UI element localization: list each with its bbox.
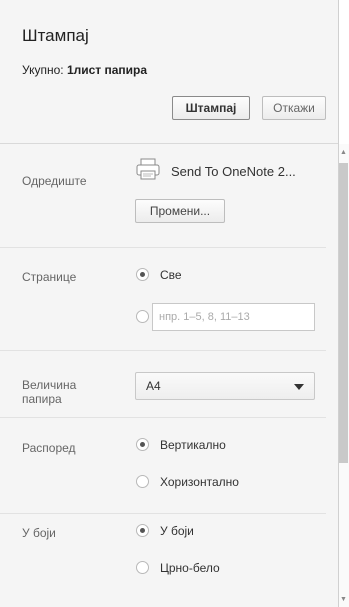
color-color-radio[interactable] bbox=[136, 524, 149, 537]
change-destination-button[interactable]: Промени... bbox=[135, 199, 225, 223]
paper-size-row: Величина папира A4 bbox=[0, 351, 326, 418]
paper-size-label: Величина папира bbox=[22, 378, 76, 406]
destination-label: Одредиште bbox=[22, 174, 87, 188]
color-color-label[interactable]: У боји bbox=[160, 524, 194, 538]
paper-size-select[interactable]: A4 bbox=[135, 372, 315, 400]
layout-landscape-label[interactable]: Хоризонтално bbox=[160, 475, 239, 489]
print-header: Штампај Укупно: 1лист папира Штампај Отк… bbox=[0, 0, 338, 144]
layout-row: Распоред Вертикално Хоризонтално bbox=[0, 418, 326, 514]
destination-row: Одредиште Send To OneNote 2... Промени..… bbox=[0, 144, 326, 248]
layout-portrait-radio[interactable] bbox=[136, 438, 149, 451]
printer-name: Send To OneNote 2... bbox=[171, 164, 296, 179]
pages-all-label[interactable]: Све bbox=[160, 268, 182, 282]
scroll-down-icon[interactable]: ▼ bbox=[340, 596, 347, 603]
total-value: 1лист папира bbox=[66, 63, 148, 77]
color-label: У боји bbox=[22, 526, 56, 540]
print-button[interactable]: Штампај bbox=[172, 96, 250, 120]
paper-size-value: A4 bbox=[146, 379, 161, 393]
color-row: У боји У боји Црно-бело bbox=[0, 514, 326, 607]
pages-row: Странице Све нпр. 1–5, 8, 11–13 bbox=[0, 248, 326, 351]
total-sheets: Укупно: 1лист папира bbox=[22, 63, 147, 77]
scrollbar-thumb[interactable] bbox=[339, 163, 348, 463]
print-dialog-panel: Штампај Укупно: 1лист папира Штампај Отк… bbox=[0, 0, 339, 607]
pages-all-radio[interactable] bbox=[136, 268, 149, 281]
paper-size-label-line2: папира bbox=[22, 392, 62, 406]
printer-icon bbox=[136, 158, 160, 180]
scroll-up-icon[interactable]: ▲ bbox=[340, 149, 347, 156]
layout-label: Распоред bbox=[22, 441, 76, 455]
layout-portrait-label[interactable]: Вертикално bbox=[160, 438, 226, 452]
pages-label: Странице bbox=[22, 270, 77, 284]
settings-list: Одредиште Send To OneNote 2... Промени..… bbox=[0, 144, 326, 607]
chevron-down-icon bbox=[294, 384, 304, 390]
page-title: Штампај bbox=[22, 26, 89, 45]
cancel-button[interactable]: Откажи bbox=[262, 96, 326, 120]
paper-size-label-line1: Величина bbox=[22, 378, 77, 392]
total-label: Укупно: bbox=[22, 63, 67, 77]
color-bw-label[interactable]: Црно-бело bbox=[160, 561, 220, 575]
layout-landscape-radio[interactable] bbox=[136, 475, 149, 488]
pages-custom-radio[interactable] bbox=[136, 310, 149, 323]
color-bw-radio[interactable] bbox=[136, 561, 149, 574]
pages-custom-input[interactable]: нпр. 1–5, 8, 11–13 bbox=[152, 303, 315, 331]
